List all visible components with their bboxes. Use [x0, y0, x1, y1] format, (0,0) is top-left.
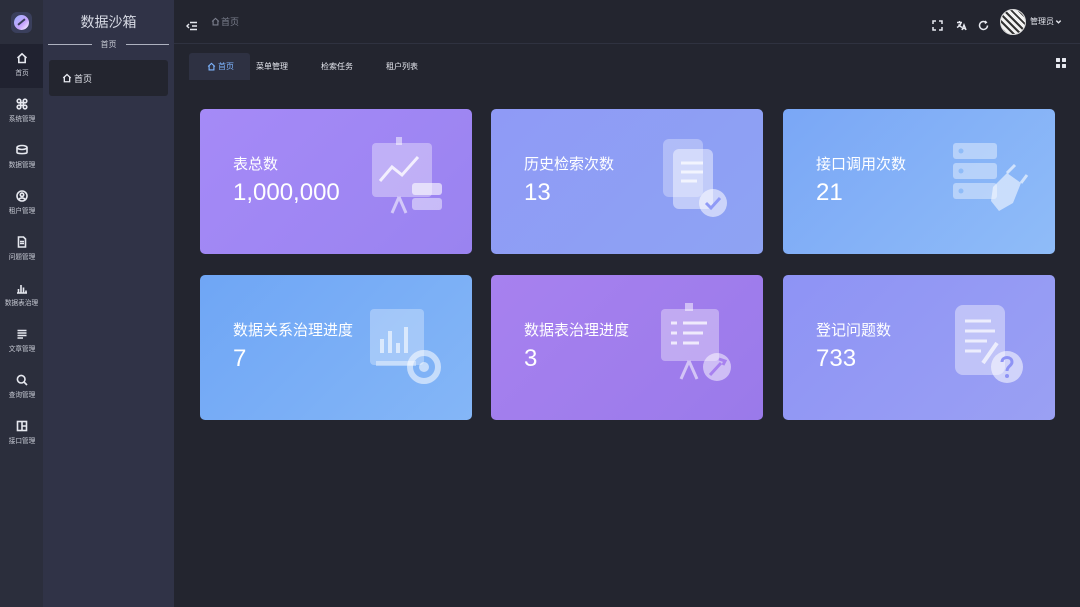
stat-card-table-governance[interactable]: 数据表治理进度 3 — [491, 275, 763, 420]
card-title: 数据表治理进度 — [524, 321, 630, 339]
rail-label: 查询管理 — [8, 391, 35, 399]
card-value: 3 — [524, 345, 538, 372]
tab-label: 首页 — [218, 62, 234, 71]
document-icon — [17, 236, 26, 248]
rail-item-api[interactable]: 接口管理 — [0, 412, 43, 456]
stat-card-registered-issues[interactable]: 登记问题数 733 — [783, 275, 1055, 420]
tab-label: 检索任务 — [321, 62, 353, 71]
user-circle-icon — [15, 190, 28, 202]
home-icon — [211, 17, 220, 26]
breadcrumb[interactable]: 首页 — [211, 15, 239, 28]
tab-home[interactable]: 首页 — [189, 53, 250, 80]
chart-gear-icon — [366, 303, 446, 387]
sidebar-item-home[interactable]: 首页 — [49, 60, 168, 96]
username: 管理员 — [1030, 17, 1054, 26]
home-icon — [207, 62, 216, 71]
tab-tenant-list[interactable]: 租户列表 — [353, 53, 418, 80]
document-question-icon — [949, 303, 1029, 387]
app-title: 数据沙箱 — [80, 15, 137, 31]
home-icon — [16, 52, 27, 64]
list-icon — [17, 329, 26, 339]
rail-item-tenant[interactable]: 租户管理 — [0, 182, 43, 226]
rail-item-issue[interactable]: 问题管理 — [0, 228, 43, 272]
home-icon — [62, 73, 72, 83]
breadcrumb-label: 首页 — [221, 18, 240, 28]
tab-label: 菜单管理 — [256, 62, 288, 71]
card-value: 21 — [816, 179, 843, 206]
board-wrench-icon — [657, 303, 737, 387]
app-logo[interactable] — [11, 12, 32, 33]
sidebar-section-label: 首页 — [100, 39, 117, 49]
search-icon — [16, 374, 28, 386]
rail-label: 问题管理 — [8, 253, 35, 261]
tab-bar: 首页 菜单管理 检索任务 租户列表 — [189, 53, 418, 80]
language-button[interactable] — [956, 16, 967, 31]
bar-chart-icon — [16, 285, 27, 294]
tab-menu-management[interactable]: 菜单管理 — [250, 53, 288, 80]
presentation-chart-icon — [366, 137, 446, 221]
rail-label: 系统管理 — [8, 115, 35, 123]
chevron-down-icon — [1055, 20, 1062, 24]
menu-fold-icon — [186, 21, 197, 31]
rail-label: 数据表治理 — [4, 299, 39, 307]
divider — [48, 43, 92, 45]
divider — [125, 43, 169, 45]
stat-card-relation-governance[interactable]: 数据关系治理进度 7 — [200, 275, 472, 420]
document-check-icon — [657, 137, 737, 221]
fullscreen-icon — [932, 20, 943, 31]
card-title: 数据关系治理进度 — [233, 321, 354, 339]
rail-item-data[interactable]: 数据管理 — [0, 136, 43, 180]
rail-label: 数据管理 — [8, 161, 35, 169]
tab-options-button[interactable] — [1056, 58, 1066, 68]
stat-card-api-calls[interactable]: 接口调用次数 21 — [783, 109, 1055, 254]
layout-icon — [16, 420, 27, 432]
refresh-button[interactable] — [978, 16, 989, 31]
rail-item-system[interactable]: 系统管理 — [0, 90, 43, 134]
card-value: 13 — [524, 179, 551, 206]
fullscreen-button[interactable] — [932, 16, 943, 31]
avatar[interactable] — [1000, 9, 1026, 35]
stat-card-table-total[interactable]: 表总数 1,000,000 — [200, 109, 472, 254]
refresh-icon — [978, 20, 989, 31]
rail-label: 文章管理 — [8, 345, 35, 353]
topbar: 首页 管理员 — [174, 0, 1080, 44]
rail-label: 首页 — [14, 69, 29, 77]
database-icon — [15, 144, 28, 155]
sidebar: 数据沙箱 首页 首页 — [43, 0, 174, 607]
command-icon — [15, 98, 28, 110]
card-value: 1,000,000 — [233, 179, 340, 206]
card-title: 历史检索次数 — [524, 155, 615, 173]
icon-rail: 首页 系统管理 数据管理 租户管理 问题管理 数据表治理 文章管理 查询管理 接… — [0, 0, 43, 607]
card-title: 接口调用次数 — [816, 155, 907, 173]
stat-card-search-history[interactable]: 历史检索次数 13 — [491, 109, 763, 254]
tab-search-tasks[interactable]: 检索任务 — [288, 53, 353, 80]
card-title: 表总数 — [233, 155, 279, 173]
card-value: 733 — [816, 345, 857, 372]
server-plug-icon — [949, 137, 1029, 221]
translate-icon — [956, 21, 967, 31]
user-menu[interactable]: 管理员 — [1030, 16, 1062, 27]
card-title: 登记问题数 — [816, 321, 892, 339]
rail-label: 接口管理 — [8, 437, 35, 445]
card-value: 7 — [233, 345, 247, 372]
collapse-menu-button[interactable] — [186, 16, 198, 31]
rail-label: 租户管理 — [8, 207, 35, 215]
rail-item-article[interactable]: 文章管理 — [0, 320, 43, 364]
sidebar-item-label: 首页 — [74, 74, 93, 85]
rail-item-home[interactable]: 首页 — [0, 44, 43, 88]
sidebar-section: 首页 — [48, 38, 169, 50]
rail-item-query[interactable]: 查询管理 — [0, 366, 43, 410]
tab-label: 租户列表 — [386, 62, 418, 71]
rail-item-table-governance[interactable]: 数据表治理 — [0, 274, 43, 318]
